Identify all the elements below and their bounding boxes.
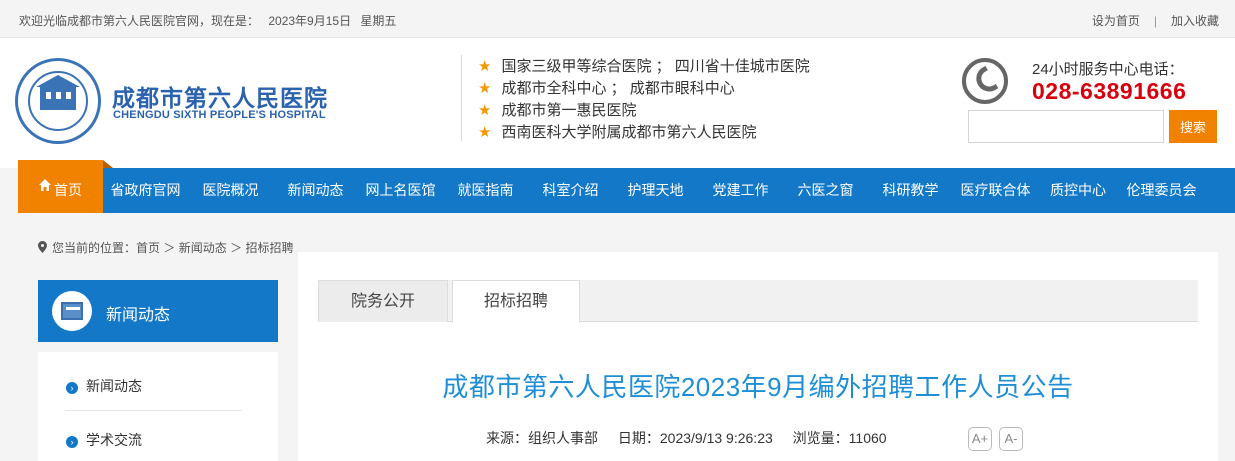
location-pin-icon bbox=[38, 241, 47, 253]
seal-window bbox=[46, 92, 51, 99]
feature-item: ★ 国家三级甲等综合医院 ； 四川省十佳城市医院 bbox=[478, 56, 810, 78]
nav-item-nursing[interactable]: 护理天地 bbox=[613, 168, 698, 213]
chevron-right-icon: › bbox=[66, 382, 78, 394]
star-icon: ★ bbox=[478, 80, 492, 97]
phone-icon bbox=[962, 58, 1008, 104]
breadcrumb: 您当前的位置：首页 ＞ 新闻动态 ＞ 招标招聘 bbox=[38, 239, 293, 256]
seal-window bbox=[56, 92, 61, 99]
feature-item: ★ 成都市全科中心 ； 成都市眼科中心 bbox=[478, 78, 810, 100]
news-doc-shape bbox=[61, 302, 83, 320]
top-link-separator: | bbox=[1153, 14, 1157, 28]
sidebar-header: 新闻动态 bbox=[38, 280, 278, 342]
font-decrease-button[interactable]: A- bbox=[999, 427, 1023, 451]
breadcrumb-current[interactable]: 招标招聘 bbox=[245, 241, 293, 255]
hospital-name-en: CHENGDU SIXTH PEOPLE'S HOSPITAL bbox=[113, 109, 326, 121]
tab-bar: 院务公开 招标招聘 bbox=[318, 280, 1198, 323]
nav-item-quality[interactable]: 质控中心 bbox=[1038, 168, 1118, 213]
hospital-name-cn[interactable]: 成都市第六人民医院 bbox=[112, 79, 328, 113]
site-header: 成都市第六人民医院 CHENGDU SIXTH PEOPLE'S HOSPITA… bbox=[0, 38, 1235, 168]
main-nav: 首页 省政府官网 医院概况 新闻动态 网上名医馆 就医指南 科室介绍 护理天地 … bbox=[18, 160, 1235, 213]
phone-handset-shape bbox=[971, 65, 999, 97]
sidebar-divider bbox=[65, 410, 242, 411]
nav-item-guide[interactable]: 就医指南 bbox=[443, 168, 528, 213]
nav-item-provincial-gov[interactable]: 省政府官网 bbox=[103, 168, 188, 213]
nav-item-news[interactable]: 新闻动态 bbox=[273, 168, 358, 213]
feature-item: ★ 成都市第一惠民医院 bbox=[478, 100, 810, 122]
breadcrumb-home[interactable]: 首页 bbox=[136, 241, 160, 255]
nav-item-ethics[interactable]: 伦理委员会 bbox=[1118, 168, 1205, 213]
nav-home-fold bbox=[103, 160, 113, 168]
star-icon: ★ bbox=[478, 58, 492, 75]
nav-item-research[interactable]: 科研教学 bbox=[868, 168, 953, 213]
nav-item-alliance[interactable]: 医疗联合体 bbox=[953, 168, 1038, 213]
current-date: 2023年9月15日 bbox=[268, 14, 352, 28]
tab-recruitment[interactable]: 招标招聘 bbox=[452, 280, 580, 323]
sidebar-item-news[interactable]: › 新闻动态 bbox=[66, 376, 142, 396]
feature-text: 西南医科大学附属成都市第六人民医院 bbox=[501, 124, 757, 141]
top-bar: 欢迎光临成都市第六人民医院官网，现在是： 2023年9月15日 星期五 设为首页… bbox=[0, 0, 1235, 38]
breadcrumb-separator: ＞ bbox=[163, 241, 176, 255]
welcome-label: 欢迎光临成都市第六人民医院官网，现在是： bbox=[19, 14, 260, 28]
sidebar-title: 新闻动态 bbox=[106, 307, 171, 324]
service-hotline-label: 24小时服务中心电话： bbox=[1032, 61, 1184, 78]
main-content: 院务公开 招标招聘 成都市第六人民医院2023年9月编外招聘工作人员公告 来源：… bbox=[298, 252, 1218, 461]
nav-item-about[interactable]: 医院概况 bbox=[188, 168, 273, 213]
breadcrumb-separator: ＞ bbox=[230, 241, 243, 255]
nav-item-departments[interactable]: 科室介绍 bbox=[528, 168, 613, 213]
sidebar-item-label: 学术交流 bbox=[86, 432, 142, 448]
article-date: 日期：2023/9/13 9:26:23 bbox=[617, 430, 773, 446]
star-icon: ★ bbox=[478, 102, 492, 119]
breadcrumb-news[interactable]: 新闻动态 bbox=[179, 241, 227, 255]
welcome-text: 欢迎光临成都市第六人民医院官网，现在是： 2023年9月15日 星期五 bbox=[19, 12, 402, 29]
nav-item-window[interactable]: 六医之窗 bbox=[783, 168, 868, 213]
chevron-right-icon: › bbox=[66, 436, 78, 448]
header-divider bbox=[461, 55, 462, 141]
article-source: 来源：组织人事部 bbox=[486, 430, 598, 446]
feature-text: 成都市全科中心 ； 成都市眼科中心 bbox=[501, 80, 735, 97]
hospital-seal-logo[interactable] bbox=[15, 58, 101, 144]
font-increase-button[interactable]: A+ bbox=[968, 427, 992, 451]
tab-affairs[interactable]: 院务公开 bbox=[318, 280, 448, 322]
feature-text: 国家三级甲等综合医院 ； 四川省十佳城市医院 bbox=[501, 58, 810, 75]
news-icon bbox=[52, 291, 92, 331]
star-icon: ★ bbox=[478, 124, 492, 141]
feature-item: ★ 西南医科大学附属成都市第六人民医院 bbox=[478, 122, 810, 144]
nav-item-doctors[interactable]: 网上名医馆 bbox=[358, 168, 443, 213]
feature-list: ★ 国家三级甲等综合医院 ； 四川省十佳城市医院 ★ 成都市全科中心 ； 成都市眼科… bbox=[478, 56, 810, 144]
nav-home-label: 首页 bbox=[54, 182, 82, 198]
nav-item-party[interactable]: 党建工作 bbox=[698, 168, 783, 213]
article-meta: 来源：组织人事部 日期：2023/9/13 9:26:23 浏览量：11060 bbox=[486, 428, 903, 448]
bookmark-link[interactable]: 加入收藏 bbox=[1171, 14, 1219, 28]
article-views: 浏览量：11060 bbox=[792, 430, 887, 446]
nav-item-home[interactable]: 首页 bbox=[18, 160, 113, 213]
breadcrumb-prefix: 您当前的位置： bbox=[52, 241, 137, 255]
sidebar-item-label: 新闻动态 bbox=[86, 378, 142, 394]
sidebar-item-academic[interactable]: › 学术交流 bbox=[66, 430, 142, 450]
feature-text: 成都市第一惠民医院 bbox=[501, 102, 637, 119]
home-icon bbox=[39, 179, 51, 191]
seal-window bbox=[66, 92, 71, 99]
set-home-link[interactable]: 设为首页 bbox=[1092, 14, 1140, 28]
sidebar-list: › 新闻动态 › 学术交流 bbox=[38, 352, 278, 461]
search-input[interactable] bbox=[968, 110, 1164, 143]
top-links: 设为首页 | 加入收藏 bbox=[1092, 12, 1219, 29]
current-weekday: 星期五 bbox=[360, 14, 397, 28]
service-hotline-number: 028-63891666 bbox=[1032, 78, 1187, 104]
nav-list: 省政府官网 医院概况 新闻动态 网上名医馆 就医指南 科室介绍 护理天地 党建工… bbox=[103, 168, 1205, 213]
search-button[interactable]: 搜索 bbox=[1169, 110, 1217, 143]
article-title: 成都市第六人民医院2023年9月编外招聘工作人员公告 bbox=[442, 372, 1074, 402]
